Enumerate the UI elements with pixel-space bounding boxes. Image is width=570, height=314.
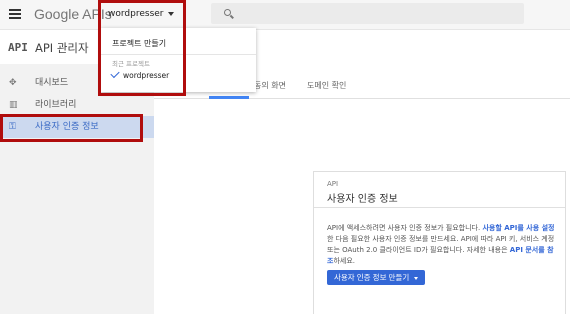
chevron-down-icon — [167, 11, 174, 16]
card-title: 사용자 인증 정보 — [327, 194, 398, 205]
sidebar-item-label: 대시보드 — [35, 78, 69, 88]
project-item-wordpresser[interactable]: wordpresser — [123, 71, 169, 80]
create-credentials-label: 사용자 인증 정보 만들기 — [334, 273, 410, 282]
google-apis-logo[interactable]: Google APIs — [34, 6, 112, 22]
chevron-down-icon — [414, 276, 419, 280]
active-tab-indicator — [209, 96, 249, 99]
check-icon — [110, 68, 120, 79]
search-input[interactable] — [239, 5, 519, 22]
project-selector[interactable]: wordpresser — [102, 4, 180, 24]
search-box[interactable] — [211, 3, 524, 24]
tab-consent-screen[interactable]: 동의 화면 — [254, 80, 286, 91]
project-name: wordpresser — [108, 9, 164, 19]
library-icon: ▥ — [9, 100, 18, 110]
card-header: API 사용자 인증 정보 — [314, 172, 565, 208]
dashboard-icon: ✥ — [9, 78, 17, 88]
key-icon: ⚿ — [9, 122, 16, 132]
recent-projects-label: 최근 프로젝트 — [112, 60, 150, 68]
sidebar-item-label: 사용자 인증 정보 — [35, 122, 99, 132]
desc-text-1: API에 액세스하려면 사용자 인증 정보가 필요합니다. — [327, 224, 481, 232]
api-logo-icon: API — [8, 41, 28, 54]
create-credentials-button[interactable]: 사용자 인증 정보 만들기 — [327, 270, 426, 285]
dropdown-divider — [101, 54, 256, 55]
page-title: API 관리자 — [35, 41, 89, 55]
top-app-bar: Google APIs wordpresser — [0, 0, 570, 30]
sidebar-item-library[interactable]: ▥ 라이브러리 — [0, 94, 154, 116]
enable-api-link[interactable]: 사용할 API를 사용 설정 — [482, 224, 554, 232]
sidebar: ✥ 대시보드 ▥ 라이브러리 ⚿ 사용자 인증 정보 — [0, 64, 154, 314]
sidebar-item-credentials[interactable]: ⚿ 사용자 인증 정보 — [0, 116, 154, 138]
tab-domain-verification[interactable]: 도메인 확인 — [307, 80, 346, 91]
logo-google-text: Google — [34, 6, 80, 22]
sidebar-item-label: 라이브러리 — [35, 100, 77, 110]
card-label: API — [327, 180, 339, 188]
search-icon — [224, 9, 231, 16]
card-description: API에 액세스하려면 사용자 인증 정보가 필요합니다. 사용할 API를 사… — [327, 223, 557, 267]
hamburger-menu-icon[interactable] — [9, 9, 21, 19]
desc-text-3: 하세요. — [333, 257, 355, 265]
project-dropdown: 프로젝트 만들기 최근 프로젝트 wordpresser — [101, 28, 256, 92]
create-project-item[interactable]: 프로젝트 만들기 — [112, 38, 166, 49]
credentials-card: API 사용자 인증 정보 API에 액세스하려면 사용자 인증 정보가 필요합… — [313, 171, 566, 314]
